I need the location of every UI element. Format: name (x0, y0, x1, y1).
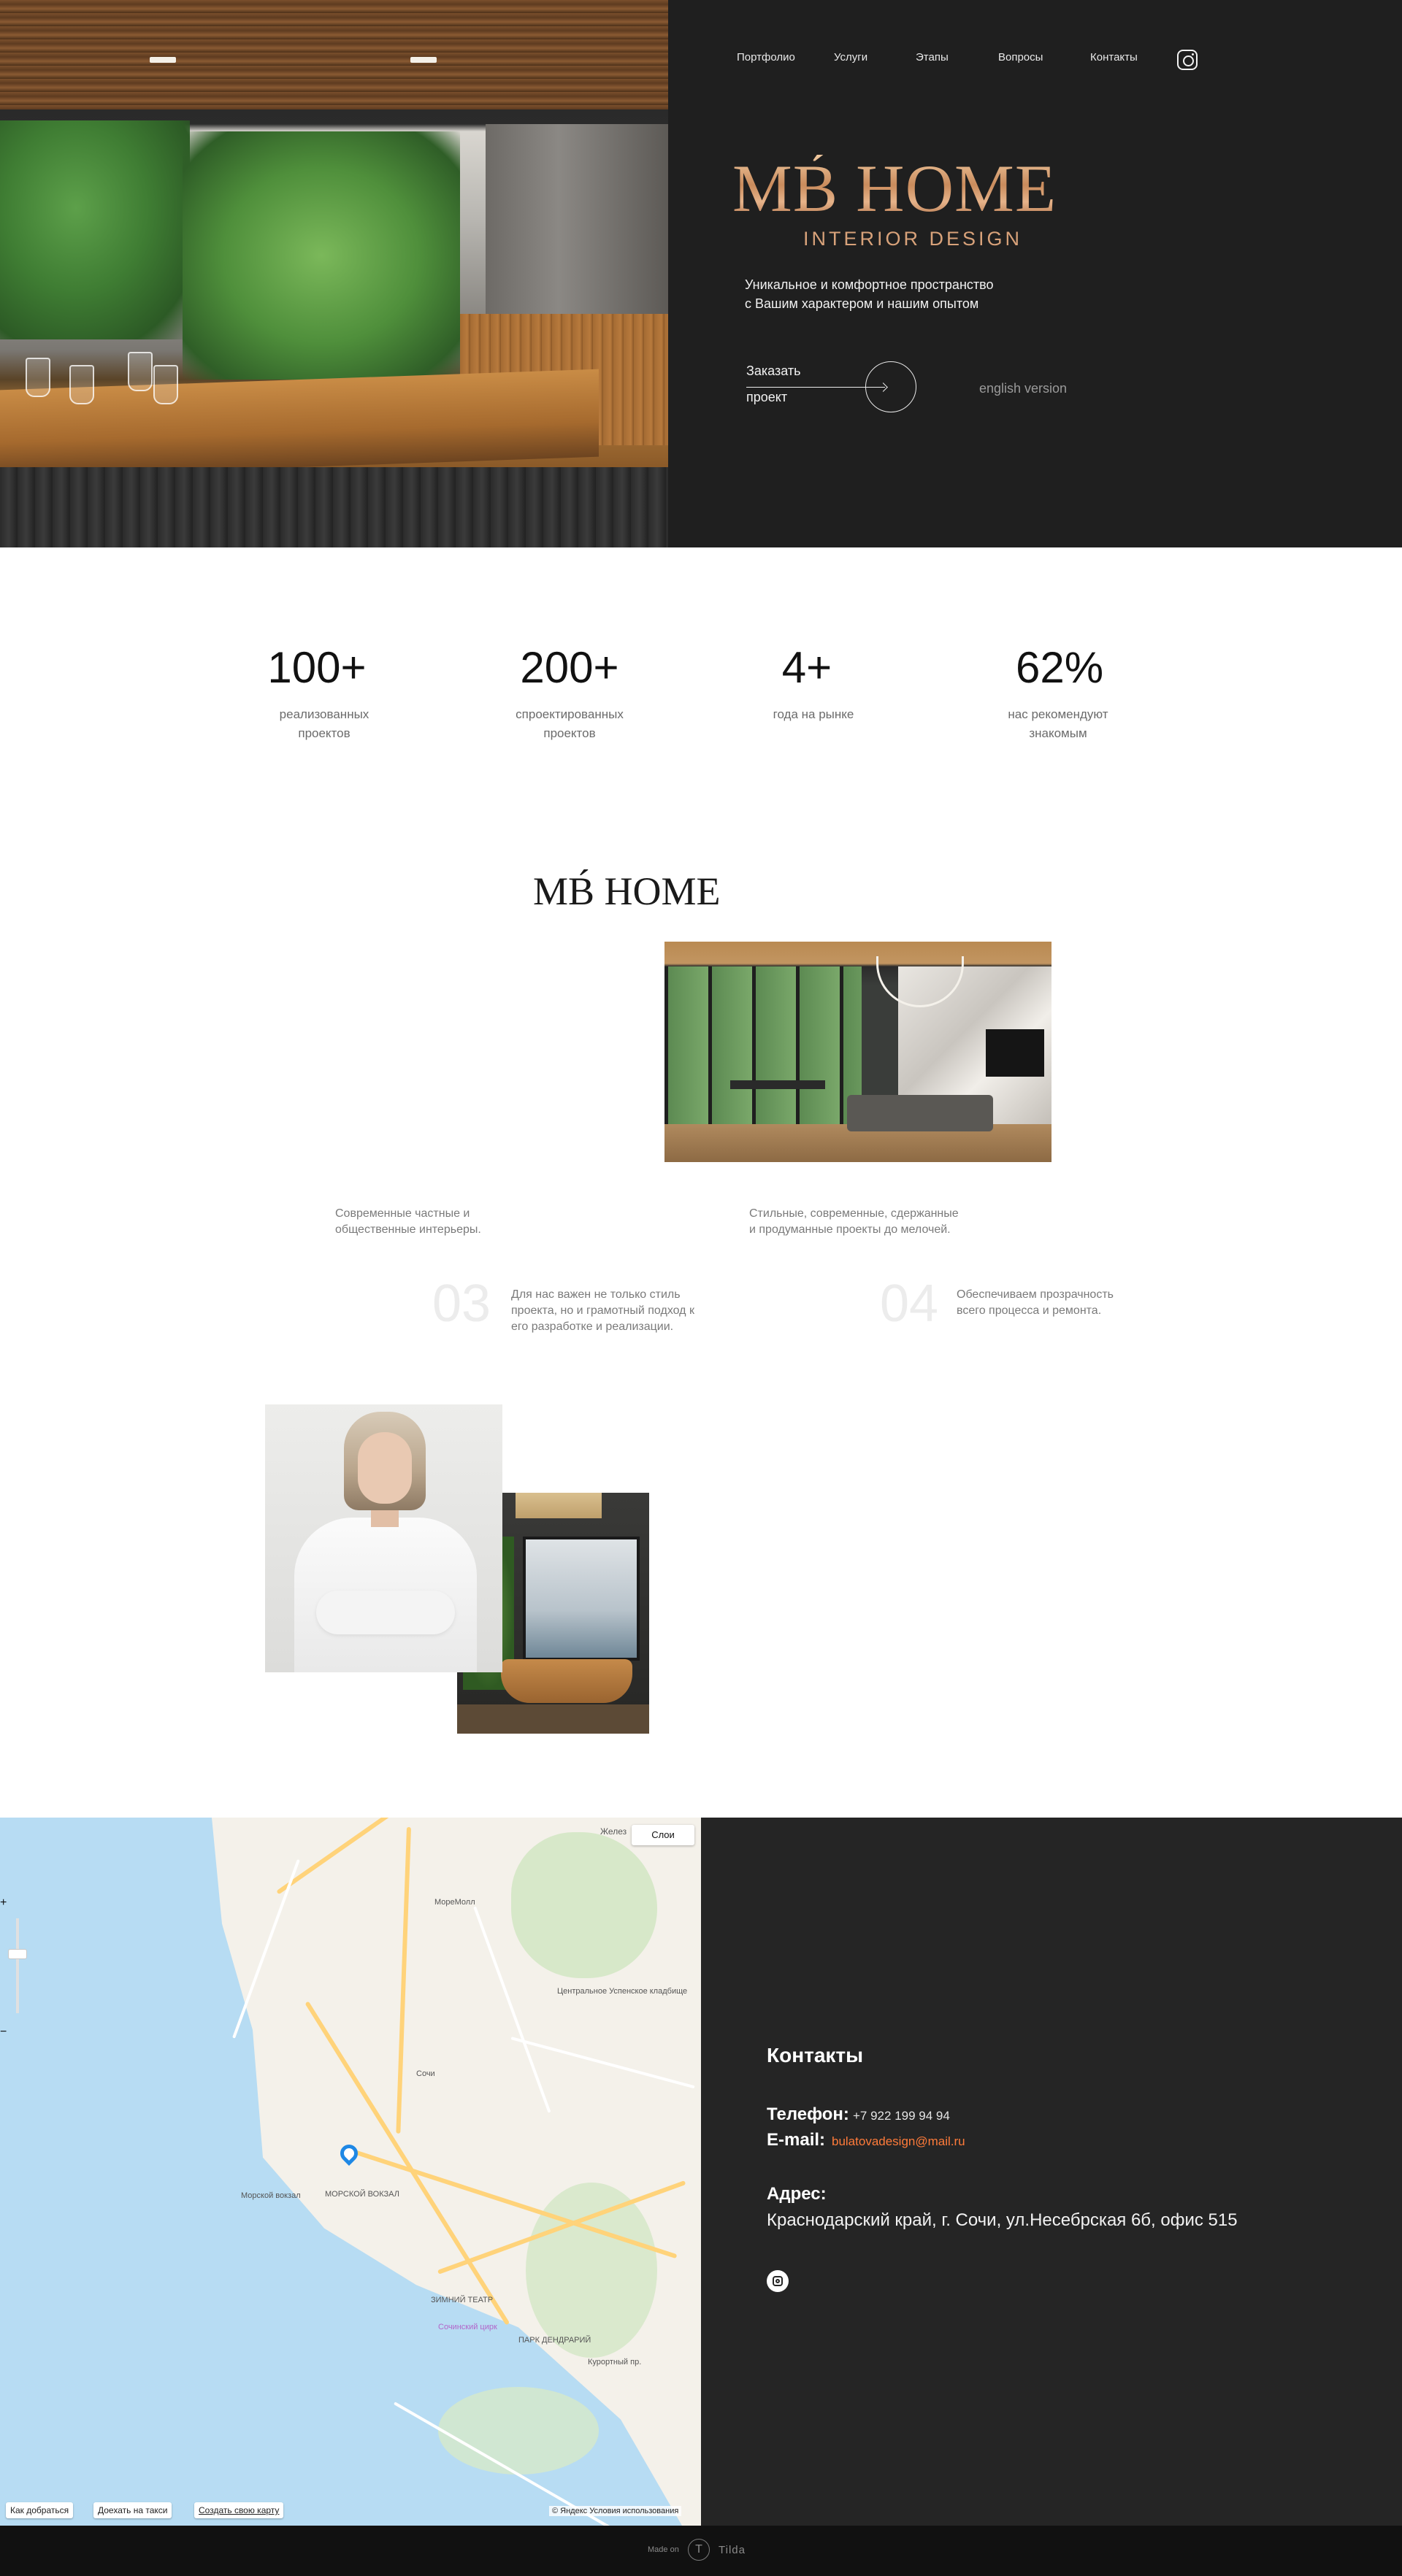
made-on-text: Made on (648, 2545, 679, 2554)
map-label-sochi: Сочи (416, 2069, 435, 2078)
stat-label: года на рынке (773, 707, 854, 721)
nav-questions[interactable]: Вопросы (998, 51, 1043, 64)
email-label: E-mail: (767, 2130, 826, 2150)
order-label-line1: Заказать (746, 364, 801, 378)
designer-portrait (265, 1404, 502, 1672)
about-number-03: 03 (432, 1274, 491, 1333)
email-value[interactable]: bulatovadesign@mail.ru (832, 2134, 965, 2149)
tilda-logo-icon[interactable]: T (688, 2539, 710, 2561)
map-label-park: ПАРК ДЕНДРАРИЙ (518, 2336, 591, 2345)
hero-section (0, 0, 1402, 547)
stat-value: 4+ (781, 643, 832, 692)
nav-services[interactable]: Услуги (834, 51, 867, 64)
about-item-2: Стильные, современные, сдержанные и проду… (749, 1207, 959, 1236)
order-project-button[interactable]: Заказать проект (746, 358, 922, 412)
phone-label: Телефон: (767, 2104, 849, 2124)
nav-contacts[interactable]: Контакты (1090, 51, 1138, 64)
yandex-map[interactable]: Морской вокзал МОРСКОЙ ВОКЗАЛ МореМолл С… (0, 1818, 701, 2526)
map-label-theatre: ЗИМНИЙ ТЕАТР (431, 2296, 494, 2304)
address-value: Краснодарский край, г. Сочи, ул.Несебрск… (767, 2210, 1238, 2230)
instagram-icon[interactable] (1177, 50, 1198, 70)
instagram-icon[interactable] (767, 2270, 789, 2292)
brand-subtitle: INTERIOR DESIGN (803, 228, 1023, 250)
map-label-sea-station: Морской вокзал (241, 2191, 301, 2200)
hero-tagline-line1: Уникальное и комфортное пространство (745, 277, 994, 292)
map-route-button[interactable]: Как добраться (6, 2502, 74, 2518)
map-create-button[interactable]: Создать свою карту (194, 2502, 284, 2518)
address-label: Адрес: (767, 2184, 827, 2204)
about-number-04: 04 (880, 1274, 939, 1333)
arrow-line (746, 387, 885, 388)
map-label-sea-station2: МОРСКОЙ ВОКЗАЛ (325, 2190, 399, 2199)
order-label-line2: проект (746, 390, 788, 404)
nav-portfolio[interactable]: Портфолио (737, 51, 795, 64)
map-label-circus: Сочинский цирк (438, 2323, 497, 2331)
map-zoom-out-button[interactable]: − (0, 2026, 7, 2039)
hero-interior-photo (0, 0, 668, 547)
map-label-kurortny: Курортный пр. (588, 2358, 642, 2367)
hero-tagline-line2: с Вашим характером и нашим опытом (745, 296, 979, 311)
about-item-4: Обеспечиваем прозрачность всего процесса … (957, 1288, 1114, 1317)
map-zoom-track[interactable] (16, 1918, 19, 2013)
hero-panel (668, 0, 1402, 547)
map-taxi-button[interactable]: Доехать на такси (93, 2502, 172, 2518)
contacts-panel (701, 1818, 1402, 2526)
map-label-cemetery: Центральное Успенское кладбище (557, 1987, 688, 1996)
about-item-3: Для нас важен не только стиль проекта, но… (511, 1288, 694, 1333)
stat-label: нас рекомендуют знакомым (1008, 707, 1108, 740)
stat-value: 62% (1015, 643, 1104, 692)
stat-value: 200+ (520, 643, 619, 692)
english-version-link[interactable]: english version (979, 381, 1067, 396)
stat-value: 100+ (267, 643, 367, 692)
map-label-moremall: МореМолл (434, 1898, 475, 1907)
map-layers-button[interactable]: Слои (632, 1825, 694, 1845)
map-copyright[interactable]: © Яндекс Условия использования (549, 2506, 682, 2516)
tilda-link[interactable]: Tilda (719, 2544, 746, 2556)
contacts-title: Контакты (767, 2044, 864, 2066)
map-layer-hint: Желез (600, 1826, 627, 1837)
living-room-photo (664, 942, 1052, 1162)
about-item-1: Современные частные и общественные интерь… (335, 1207, 481, 1236)
brand-logo: MB́ HOME (732, 155, 1090, 222)
stat-label: реализованных проектов (279, 707, 369, 740)
stat-label: спроектированных проектов (516, 707, 624, 740)
map-zoom-slider[interactable] (8, 1949, 27, 1959)
phone-value[interactable]: +7 922 199 94 94 (853, 2109, 950, 2123)
nav-stages[interactable]: Этапы (916, 51, 949, 64)
order-circle (865, 361, 916, 412)
map-zoom-in-button[interactable]: + (0, 1896, 7, 1910)
brand-logo-dark: MB́ HOME (533, 869, 721, 913)
